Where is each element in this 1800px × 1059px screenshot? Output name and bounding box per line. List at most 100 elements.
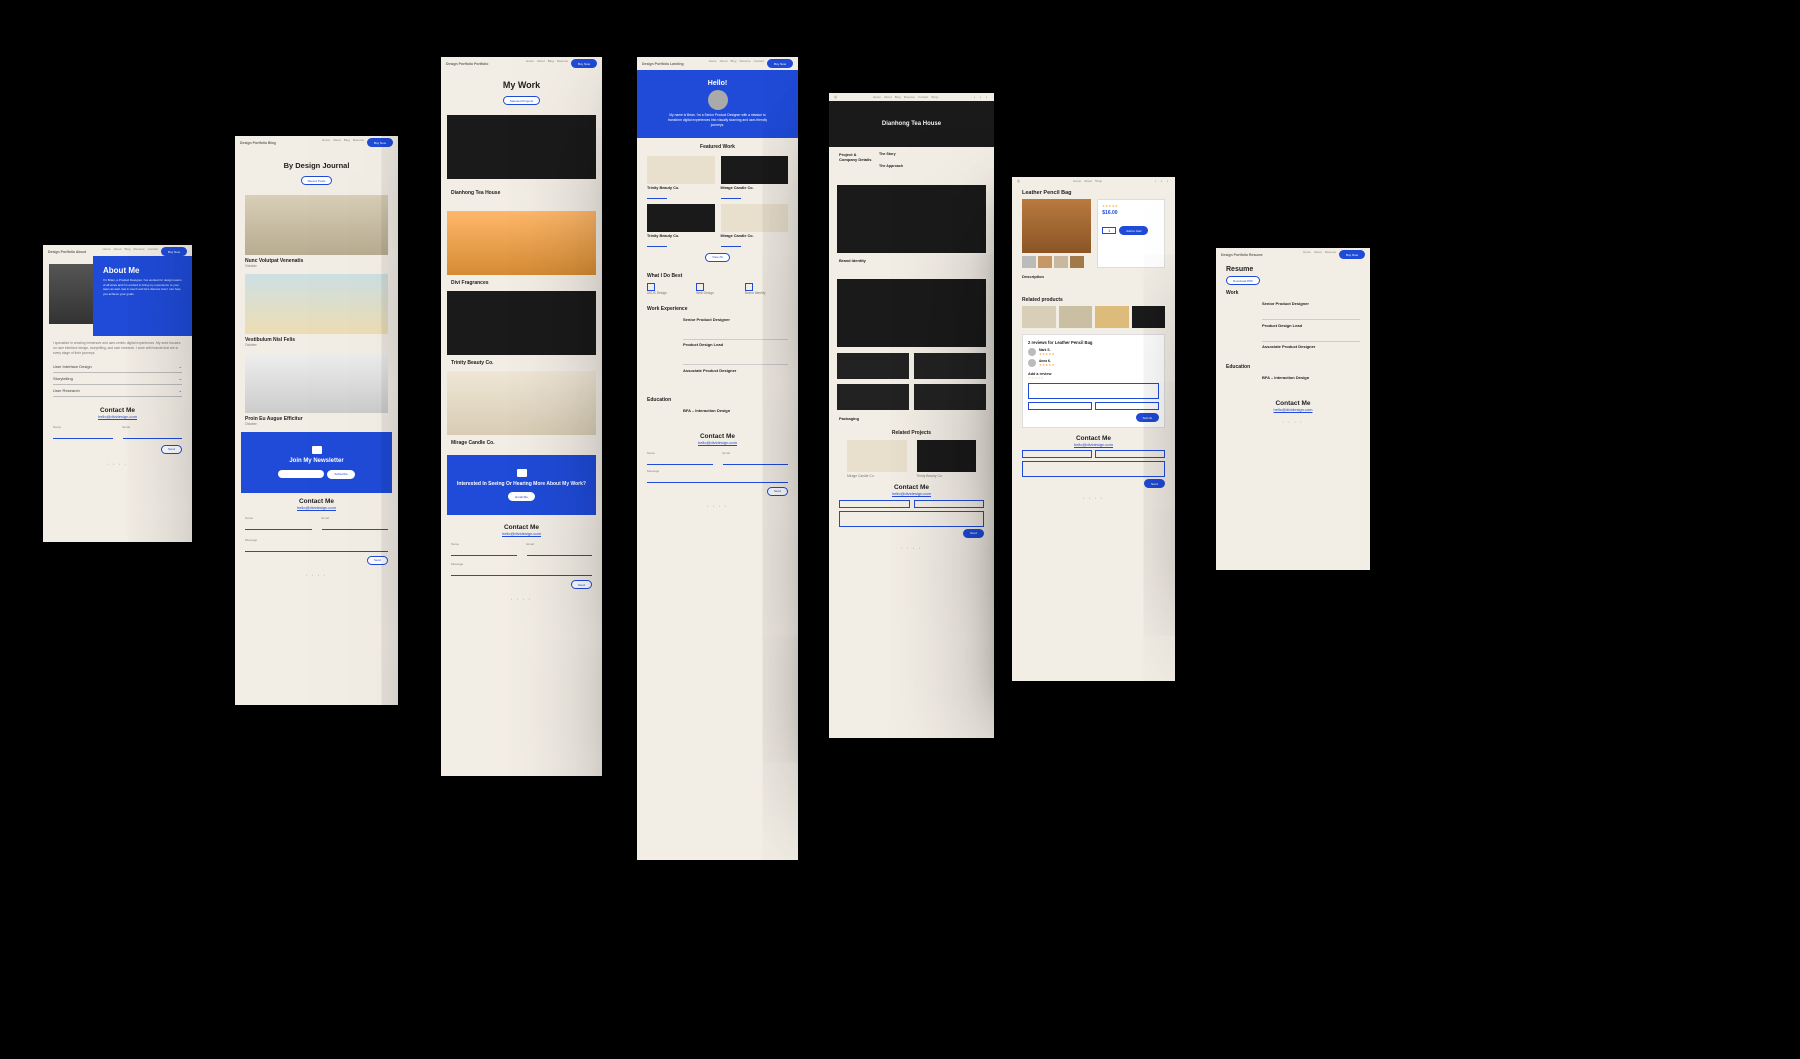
social-dots[interactable]: • • • •	[901, 546, 922, 550]
social-dots[interactable]: • • • •	[1083, 496, 1104, 500]
project-title[interactable]: Trinity Beauty Co.	[451, 360, 548, 366]
related-thumb[interactable]	[1022, 306, 1056, 328]
message-input[interactable]	[451, 570, 592, 576]
nav-buy[interactable]: Buy Now	[767, 59, 793, 68]
view-all-button[interactable]: View All	[705, 253, 729, 262]
nav-item[interactable]: Contact	[148, 247, 158, 256]
nav-item[interactable]: About	[1314, 250, 1322, 259]
accordion-item[interactable]: Storytelling⌄	[53, 373, 182, 385]
social-dots[interactable]: • • • •	[1283, 420, 1304, 424]
recent-posts-button[interactable]: Recent Posts	[301, 176, 333, 185]
nav-item[interactable]: About	[1084, 179, 1092, 183]
contact-email-link[interactable]: hello@dividesign.com	[1274, 407, 1313, 412]
related-card[interactable]: Mirage Candle Co.	[847, 440, 907, 479]
post-image[interactable]	[245, 195, 388, 255]
subscribe-button[interactable]: Subscribe	[327, 470, 354, 479]
social-dots[interactable]: • • • •	[306, 573, 327, 577]
email-input[interactable]	[1095, 450, 1165, 458]
nav-item[interactable]: Shop	[931, 95, 938, 99]
send-button[interactable]: Send	[571, 580, 592, 589]
post-image[interactable]	[245, 274, 388, 334]
message-input[interactable]	[839, 511, 984, 527]
thumb[interactable]	[1054, 256, 1068, 268]
nav-item[interactable]: About	[114, 247, 122, 256]
nav-item[interactable]: Blog	[730, 59, 736, 68]
send-button[interactable]: Send	[767, 487, 788, 496]
project-image[interactable]	[447, 291, 596, 355]
product-image[interactable]	[1022, 199, 1091, 253]
nav-item[interactable]: Contact	[754, 59, 764, 68]
message-input[interactable]	[245, 546, 388, 552]
featured-card[interactable]: Mirage Candle Co.	[721, 204, 789, 247]
social-dots[interactable]: • • • •	[707, 504, 728, 508]
project-image[interactable]	[447, 371, 596, 435]
related-thumb[interactable]	[1132, 306, 1166, 328]
project-image[interactable]	[447, 211, 596, 275]
featured-card[interactable]: Trinity Beauty Co.	[647, 156, 715, 199]
nav-item[interactable]: Home	[322, 138, 330, 147]
nav-item[interactable]: About	[537, 59, 545, 68]
email-input[interactable]	[723, 459, 789, 465]
add-to-cart-button[interactable]: Add to Cart	[1119, 226, 1148, 235]
project-thumb[interactable]	[837, 384, 909, 410]
send-button[interactable]: Send	[963, 529, 984, 538]
contact-email-link[interactable]: hello@dividesign.com	[502, 531, 541, 536]
rating-input[interactable]: ☆☆☆☆☆	[1028, 376, 1159, 380]
project-thumb[interactable]	[914, 353, 986, 379]
email-input[interactable]	[322, 524, 389, 530]
nav-item[interactable]: Home	[103, 247, 111, 256]
project-thumb[interactable]	[837, 353, 909, 379]
send-button[interactable]: Send	[161, 445, 182, 454]
featured-card[interactable]: Trinity Beauty Co.	[647, 204, 715, 247]
nav-item[interactable]: Resume	[739, 59, 750, 68]
nav-item[interactable]: About	[333, 138, 341, 147]
nav-item[interactable]: Shop	[1095, 179, 1102, 183]
project-title[interactable]: Divi Fragrances	[451, 280, 548, 286]
nav-item[interactable]: Home	[526, 59, 534, 68]
email-input[interactable]	[123, 433, 183, 439]
contact-email-link[interactable]: hello@dividesign.com	[1074, 442, 1113, 447]
accordion-item[interactable]: User Research⌄	[53, 385, 182, 397]
social-dots[interactable]: • • • •	[107, 462, 128, 466]
nav-item[interactable]: Blog	[895, 95, 901, 99]
nav-buy[interactable]: Buy Now	[571, 59, 597, 68]
nav-item[interactable]: Resume	[353, 138, 364, 147]
project-hero-image[interactable]	[447, 115, 596, 179]
email-input[interactable]	[914, 500, 985, 508]
name-input[interactable]	[839, 500, 910, 508]
name-input[interactable]	[53, 433, 113, 439]
submit-review-button[interactable]: Submit	[1136, 413, 1159, 422]
name-input[interactable]	[1022, 450, 1092, 458]
accordion-item[interactable]: User Interface Design⌄	[53, 361, 182, 373]
thumb[interactable]	[1038, 256, 1052, 268]
related-thumb[interactable]	[1095, 306, 1129, 328]
post-image[interactable]	[245, 353, 388, 413]
related-card[interactable]: Trinity Beauty Co.	[917, 440, 977, 479]
nav-item[interactable]: Blog	[124, 247, 130, 256]
qty-input[interactable]: 1	[1102, 227, 1116, 234]
cta-button[interactable]: Email Me	[508, 492, 535, 501]
send-button[interactable]: Send	[1144, 479, 1165, 488]
contact-email-link[interactable]: hello@dividesign.com	[98, 414, 137, 419]
social-dots[interactable]: • • •	[974, 95, 989, 99]
nav-buy[interactable]: Buy Now	[1339, 250, 1365, 259]
nav-buy[interactable]: Buy Now	[367, 138, 393, 147]
nav-item[interactable]: Contact	[918, 95, 928, 99]
nav-item[interactable]: Resume	[1325, 250, 1336, 259]
newsletter-email-input[interactable]	[278, 470, 324, 478]
nav-item[interactable]: About	[720, 59, 728, 68]
nav-item[interactable]: Blog	[548, 59, 554, 68]
nav-item[interactable]: Blog	[344, 138, 350, 147]
nav-item[interactable]: Home	[1073, 179, 1081, 183]
name-input[interactable]	[245, 524, 312, 530]
review-text-input[interactable]	[1028, 383, 1159, 399]
thumb[interactable]	[1022, 256, 1036, 268]
contact-email-link[interactable]: hello@dividesign.com	[297, 505, 336, 510]
social-dots[interactable]: • • • •	[511, 597, 532, 601]
message-input[interactable]	[1022, 461, 1165, 477]
selected-projects-button[interactable]: Selected Projects	[503, 96, 540, 105]
contact-email-link[interactable]: hello@dividesign.com	[698, 440, 737, 445]
nav-item[interactable]: Resume	[133, 247, 144, 256]
project-title[interactable]: Mirage Candle Co.	[451, 440, 548, 446]
review-name-input[interactable]	[1028, 402, 1092, 410]
